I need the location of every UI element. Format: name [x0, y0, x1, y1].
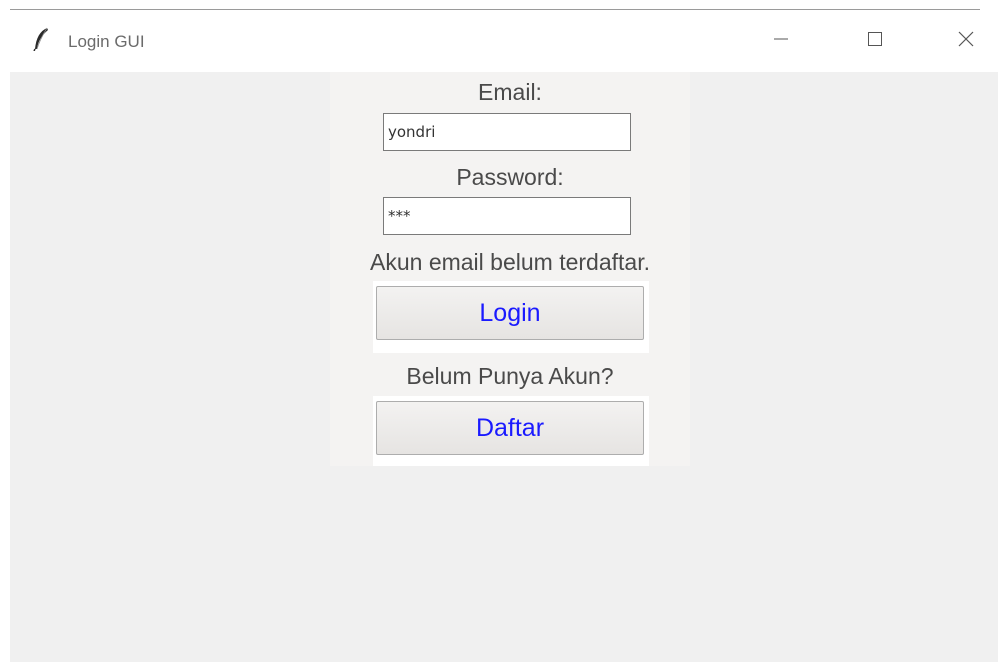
- login-form: Email: Password: Akun email belum terdaf…: [330, 72, 690, 466]
- status-message: Akun email belum terdaftar.: [370, 249, 650, 275]
- feather-icon: [32, 27, 52, 52]
- close-button[interactable]: [943, 10, 989, 72]
- close-icon: [956, 29, 976, 54]
- screen: Login GUI Email: yondri Password: *** Ak…: [0, 0, 998, 662]
- title-bar[interactable]: Login GUI: [10, 10, 998, 72]
- login-window: Login GUI Email: yondri Password: *** Ak…: [10, 10, 998, 662]
- password-label: Password:: [456, 164, 564, 190]
- email-label: Email:: [478, 79, 542, 105]
- register-button-frame: Daftar: [373, 396, 649, 466]
- register-prompt: Belum Punya Akun?: [406, 363, 614, 389]
- maximize-icon: [865, 29, 885, 54]
- window-title: Login GUI: [68, 32, 145, 51]
- window-client-area: Email: Password: Akun email belum terdaf…: [10, 72, 998, 662]
- login-button[interactable]: Login: [376, 286, 644, 340]
- password-field[interactable]: [383, 197, 631, 235]
- minimize-icon: [771, 29, 791, 54]
- email-field[interactable]: [383, 113, 631, 151]
- minimize-button[interactable]: [758, 10, 804, 72]
- register-button[interactable]: Daftar: [376, 401, 644, 455]
- maximize-button[interactable]: [852, 10, 898, 72]
- login-button-frame: Login: [373, 281, 649, 353]
